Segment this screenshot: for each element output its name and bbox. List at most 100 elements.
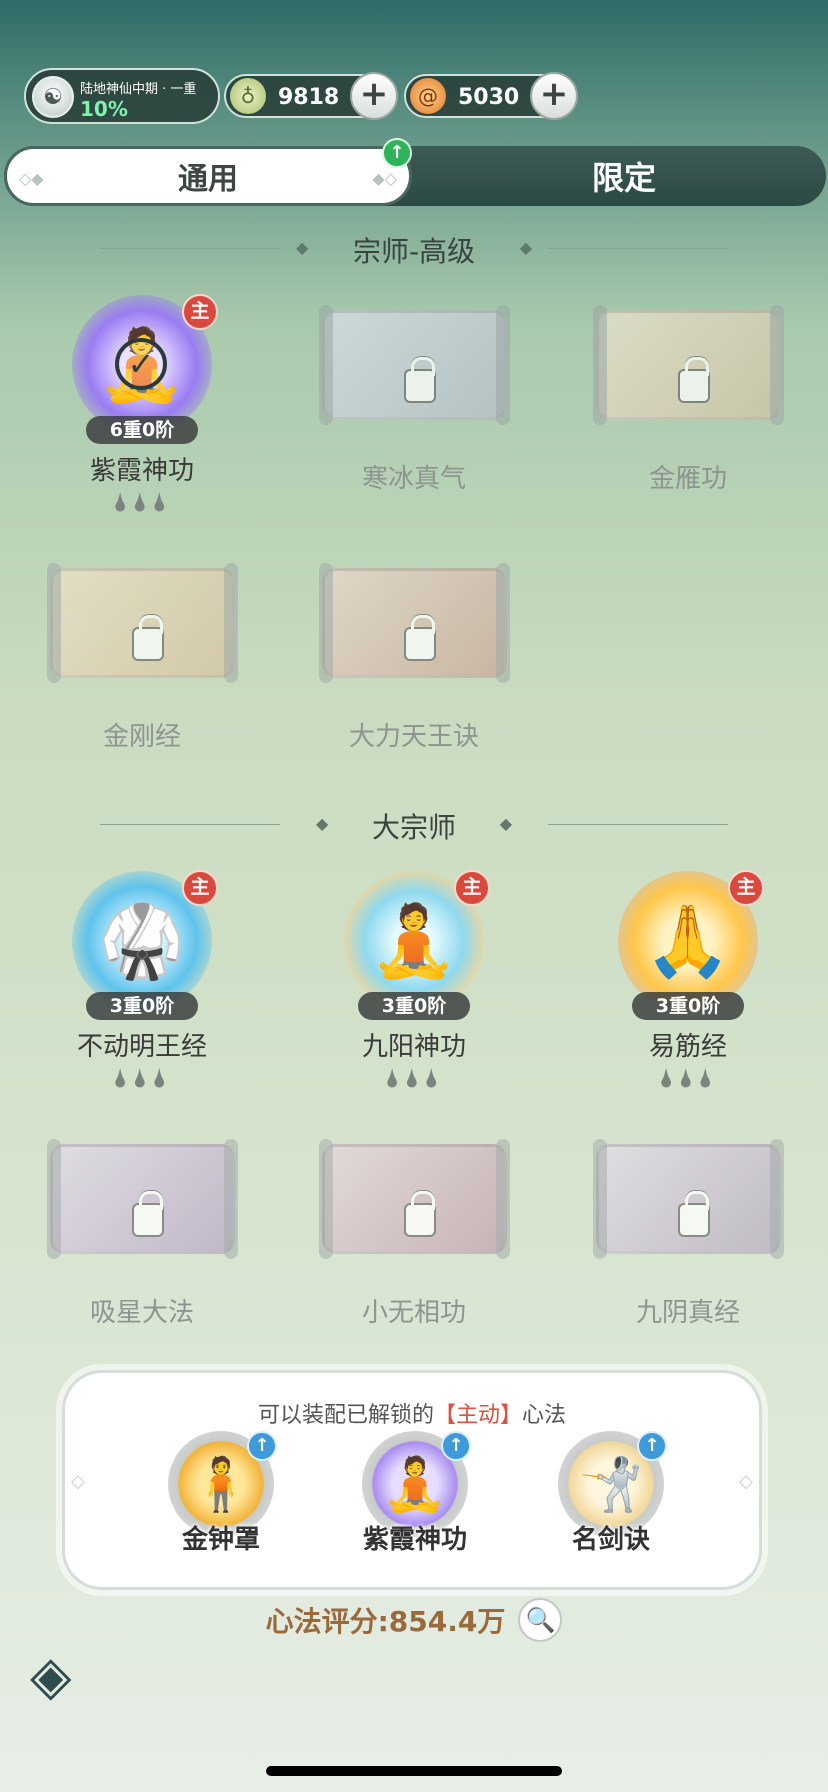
tab-general[interactable]: ◇◆ 通用 ◆◇ bbox=[4, 146, 412, 206]
scroll-rod bbox=[593, 1139, 607, 1259]
scroll-rod bbox=[770, 1139, 784, 1259]
add-coin-button[interactable]: + bbox=[530, 72, 578, 120]
lock-icon bbox=[404, 615, 436, 661]
currency-jade-value: 9818 bbox=[278, 85, 340, 110]
realm-progress-badge[interactable]: ☯ 陆地神仙中期 · 一重 10% bbox=[24, 68, 220, 124]
main-skill-badge: 主 bbox=[182, 870, 218, 906]
section-header-grandmaster: ◆ 大宗师 ◆ bbox=[100, 804, 728, 844]
skill-name: 吸星大法 bbox=[89, 1298, 194, 1328]
skill-name: 紫霞神功 bbox=[89, 456, 194, 486]
home-indicator[interactable] bbox=[266, 1766, 562, 1776]
skill-level: 3重0阶 bbox=[358, 992, 470, 1020]
skill-name: 小无相功 bbox=[361, 1298, 466, 1328]
section-header-master-advanced: ◆ 宗师-高级 ◆ bbox=[100, 228, 728, 268]
skill-name: 不动明王经 bbox=[76, 1032, 207, 1062]
skill-hanbing-zhenqi[interactable]: 寒冰真气 bbox=[304, 290, 524, 540]
scroll-rod bbox=[770, 305, 784, 425]
skill-yijin-jing[interactable]: 🙏 主 3重0阶 易筋经 🌢🌢🌢 bbox=[578, 866, 798, 1116]
scroll-rod bbox=[224, 563, 238, 683]
lock-icon bbox=[404, 1191, 436, 1237]
drop-rating-icon: 🌢🌢🌢 bbox=[384, 1064, 444, 1094]
equip-slot-zixia-shengong[interactable]: 🧘 ↑ 紫霞神功 bbox=[335, 1431, 495, 1581]
skill-name: 金刚经 bbox=[102, 722, 181, 752]
scroll-rod bbox=[47, 563, 61, 683]
locked-scroll-icon bbox=[47, 563, 238, 683]
divider bbox=[548, 248, 728, 249]
skill-jiuyin-zhenjing[interactable]: 九阴真经 bbox=[578, 1124, 798, 1374]
scroll-rod bbox=[496, 305, 510, 425]
skill-name: 九阴真经 bbox=[635, 1298, 740, 1328]
skill-jinyan-gong[interactable]: 金雁功 bbox=[578, 290, 798, 540]
tab-general-label: 通用 bbox=[178, 162, 238, 197]
skill-jingang-jing[interactable]: 金刚经 bbox=[32, 548, 252, 798]
skill-name: 易筋经 bbox=[648, 1032, 727, 1062]
upgrade-arrow-icon: ↑ bbox=[382, 138, 412, 168]
section-title: 大宗师 bbox=[371, 811, 456, 844]
main-skill-badge: 主 bbox=[182, 294, 218, 330]
menu-logo-icon[interactable]: ◈ bbox=[30, 1646, 108, 1706]
locked-scroll-icon bbox=[319, 563, 510, 683]
skill-name: 大力天王诀 bbox=[348, 722, 479, 752]
currency-coin: @ 5030 + bbox=[404, 72, 578, 120]
lock-icon bbox=[132, 1191, 164, 1237]
scroll-rod bbox=[593, 305, 607, 425]
scroll-rod bbox=[319, 305, 333, 425]
skill-dali-tianwang-jue[interactable]: 大力天王诀 bbox=[304, 548, 524, 798]
skill-level: 6重0阶 bbox=[86, 416, 198, 444]
scroll-rod bbox=[319, 563, 333, 683]
skill-budong-mingwang-jing[interactable]: 🥋 主 3重0阶 不动明王经 🌢🌢🌢 bbox=[32, 866, 252, 1116]
skill-name: 九阳神功 bbox=[361, 1032, 466, 1062]
diamond-icon: ◆ bbox=[499, 814, 512, 833]
ornament-right-icon: ◆◇ bbox=[372, 169, 397, 188]
ornament-left-icon: ◇ bbox=[71, 1471, 85, 1492]
top-status-bar: ☯ 陆地神仙中期 · 一重 10% ♁ 9818 + @ 5030 + bbox=[24, 68, 804, 124]
divider bbox=[548, 824, 728, 825]
drop-rating-icon: 🌢🌢🌢 bbox=[112, 1064, 172, 1094]
equip-slot-mingjian-jue[interactable]: 🤺 ↑ 名剑诀 bbox=[531, 1431, 691, 1581]
equip-hint: 可以装配已解锁的【主动】心法 bbox=[65, 1397, 759, 1429]
skill-score-row: 心法评分:854.4万 🔍 bbox=[0, 1598, 828, 1642]
section-title: 宗师-高级 bbox=[352, 235, 476, 268]
main-skill-badge: 主 bbox=[728, 870, 764, 906]
tab-limited[interactable]: 限定 bbox=[424, 146, 824, 206]
skill-jiuyang-shengong[interactable]: 🧘 主 3重0阶 九阳神功 🌢🌢🌢 bbox=[304, 866, 524, 1116]
diamond-icon: ◆ bbox=[519, 238, 532, 257]
lock-icon bbox=[132, 615, 164, 661]
ornament-left-icon: ◇◆ bbox=[19, 169, 44, 188]
upgrade-arrow-icon: ↑ bbox=[637, 1431, 667, 1461]
equip-slot-jinzhongzhao[interactable]: 🧍 ↑ 金钟罩 bbox=[141, 1431, 301, 1581]
locked-scroll-icon bbox=[319, 305, 510, 425]
equipped-check-icon: ✓ bbox=[115, 338, 167, 390]
lock-icon bbox=[404, 357, 436, 403]
equipped-skills-panel: ◇ ◇ 可以装配已解锁的【主动】心法 🧍 ↑ 金钟罩 🧘 ↑ 紫霞神功 🤺 ↑ … bbox=[62, 1370, 762, 1590]
slot-name: 紫霞神功 bbox=[362, 1525, 467, 1555]
skill-score: 心法评分:854.4万 bbox=[265, 1605, 506, 1638]
upgrade-arrow-icon: ↑ bbox=[441, 1431, 471, 1461]
scroll-rod bbox=[47, 1139, 61, 1259]
equip-hint-suffix: 心法 bbox=[522, 1403, 567, 1428]
category-tabs: 限定 ◇◆ 通用 ◆◇ ↑ bbox=[4, 138, 826, 206]
skill-xixing-dafa[interactable]: 吸星大法 bbox=[32, 1124, 252, 1374]
scroll-rod bbox=[224, 1139, 238, 1259]
scroll-rod bbox=[496, 1139, 510, 1259]
magnifier-icon[interactable]: 🔍 bbox=[518, 1598, 563, 1642]
scroll-rod bbox=[319, 1139, 333, 1259]
realm-name: 陆地神仙中期 · 一重 bbox=[80, 82, 197, 97]
skill-zixia-shengong[interactable]: 🧘 ✓ 主 6重0阶 紫霞神功 🌢🌢🌢 bbox=[32, 290, 252, 540]
skill-level: 3重0阶 bbox=[632, 992, 744, 1020]
drop-rating-icon: 🌢🌢🌢 bbox=[658, 1064, 718, 1094]
locked-scroll-icon bbox=[47, 1139, 238, 1259]
skill-level: 3重0阶 bbox=[86, 992, 198, 1020]
slot-name: 名剑诀 bbox=[571, 1525, 650, 1555]
skill-name: 金雁功 bbox=[648, 464, 727, 494]
jade-gourd-icon: ♁ bbox=[230, 78, 266, 114]
scroll-rod bbox=[496, 563, 510, 683]
slot-name: 金钟罩 bbox=[181, 1525, 260, 1555]
skill-name: 寒冰真气 bbox=[361, 464, 466, 494]
lock-icon bbox=[678, 357, 710, 403]
currency-coin-value: 5030 bbox=[458, 85, 520, 110]
currency-jade: ♁ 9818 + bbox=[224, 72, 398, 120]
skill-xiao-wuxiang-gong[interactable]: 小无相功 bbox=[304, 1124, 524, 1374]
locked-scroll-icon bbox=[593, 1139, 784, 1259]
add-jade-button[interactable]: + bbox=[350, 72, 398, 120]
